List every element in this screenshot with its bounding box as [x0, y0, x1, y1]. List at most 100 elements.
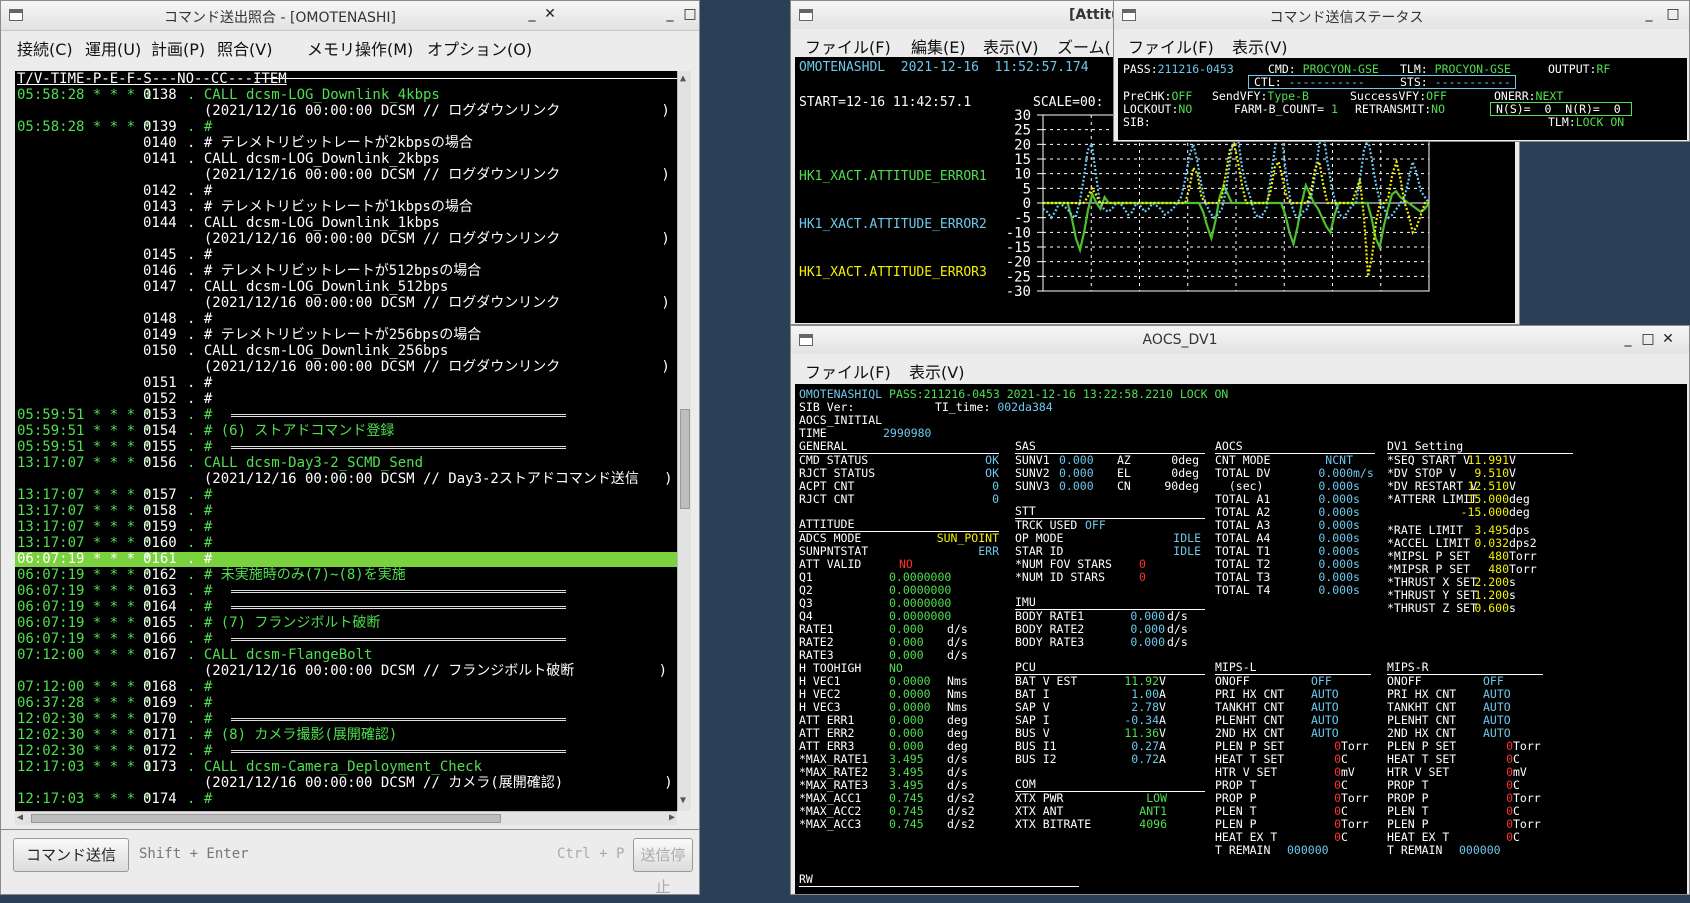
command-row[interactable]: (2021/12/16 00:00:00 DCSM // ログダウンリンク ): [17, 167, 670, 183]
row-item: . #: [187, 247, 213, 263]
command-row[interactable]: 07:12:00 * * * *0168 . #: [17, 679, 212, 695]
maximize-icon[interactable]: □: [1664, 6, 1682, 22]
menu-view[interactable]: 表示(V): [1232, 34, 1287, 58]
stop-send-button[interactable]: 送信停止: [633, 838, 693, 896]
field-value: 0.745: [889, 817, 924, 831]
vertical-scrollbar[interactable]: ▲ ▼: [677, 71, 691, 811]
menu-file[interactable]: ファイル(F): [805, 359, 891, 383]
command-row[interactable]: 12:02:30 * * * *0170 . #: [17, 711, 212, 727]
title-bar[interactable]: AOCS_DV1 _ □ ✕: [791, 326, 1689, 356]
horizontal-scrollbar[interactable]: ◀ ▶: [15, 811, 677, 825]
command-row[interactable]: 12:02:30 * * * *0172 . #: [17, 743, 212, 759]
maximize-icon[interactable]: □: [681, 6, 699, 22]
command-row[interactable]: 13:17:07 * * * *0159 . #: [17, 519, 212, 535]
command-row[interactable]: (2021/12/16 00:00:00 DCSM // フランジボルト破断 ): [17, 663, 667, 679]
row-number: 0156: [143, 455, 177, 471]
command-row[interactable]: 0152 . #: [17, 391, 212, 407]
scroll-left-icon[interactable]: ◀: [17, 812, 23, 823]
command-list[interactable]: T/V-TIME-P-E-F-S---NO--CC---ITEM 05:58:2…: [15, 71, 677, 811]
menu-view[interactable]: 表示(V): [909, 359, 964, 383]
command-row[interactable]: 0150 . CALL dcsm-LOG_Downlink_256bps: [17, 343, 448, 359]
row-number: 0149: [143, 327, 177, 343]
command-row[interactable]: (2021/12/16 00:00:00 DCSM // ログダウンリンク ): [17, 359, 670, 375]
command-row[interactable]: 0141 . CALL dcsm-LOG_Downlink_2kbps: [17, 151, 440, 167]
maximize-icon[interactable]: □: [1639, 331, 1657, 347]
row-timestamp: 07:12:00 * * * *: [17, 679, 152, 695]
title-bar[interactable]: コマンド送信ステータス _ □: [1114, 1, 1689, 31]
menu-operation[interactable]: 運用(U): [85, 36, 141, 60]
command-row[interactable]: (2021/12/16 00:00:00 DCSM // ログダウンリンク ): [17, 231, 670, 247]
row-number: 0166: [143, 631, 177, 647]
minimize-icon[interactable]: _: [523, 6, 541, 22]
field-value: 0.000: [1059, 479, 1094, 493]
hscroll-thumb[interactable]: [31, 814, 501, 823]
menu-connect[interactable]: 接続(C): [17, 36, 73, 60]
command-row[interactable]: 0144 . CALL dcsm-LOG_Downlink_1kbps: [17, 215, 440, 231]
command-row[interactable]: 0143 . # テレメトリビットレートが1kbpsの場合: [17, 199, 473, 215]
command-row[interactable]: 05:59:51 * * * *0154 . # (6) ストアドコマンド登録: [17, 423, 394, 439]
command-row[interactable]: 0151 . #: [17, 375, 212, 391]
command-row[interactable]: 0147 . CALL dcsm-LOG_Downlink_512bps: [17, 279, 448, 295]
menu-option[interactable]: オプション(O): [427, 36, 532, 60]
scroll-up-icon[interactable]: ▲: [680, 73, 686, 84]
command-row[interactable]: 06:07:19 * * * *0163 . #: [17, 583, 212, 599]
command-row[interactable]: 06:07:19 * * * *0162 . # 未実施時のみ(7)~(8)を実施: [17, 567, 406, 583]
command-row[interactable]: 05:59:51 * * * *0155 . #: [17, 439, 212, 455]
command-row[interactable]: 05:58:28 * * * *0139 . #: [17, 119, 212, 135]
title-bar[interactable]: コマンド送出照合 - [OMOTENASHI] _ ✕ _ □: [1, 1, 699, 31]
scroll-thumb[interactable]: [680, 409, 690, 509]
command-row[interactable]: 0148 . #: [17, 311, 212, 327]
y-tick-label: -20: [1006, 255, 1031, 271]
section-title: AOCS: [1215, 439, 1243, 453]
row-timestamp: 13:17:07 * * * *: [17, 455, 152, 471]
command-row[interactable]: (2021/12/16 00:00:00 DCSM // ログダウンリンク ): [17, 103, 670, 119]
command-row[interactable]: 06:07:19 * * * *0166 . #: [17, 631, 212, 647]
command-row[interactable]: 05:58:28 * * * 10138 . CALL dcsm-LOG_Down…: [17, 87, 440, 103]
section-title: COM: [1015, 777, 1036, 791]
minimize-icon[interactable]: _: [1619, 331, 1637, 347]
scroll-right-icon[interactable]: ▶: [669, 812, 675, 823]
command-row[interactable]: (2021/12/16 00:00:00 DCSM // カメラ(展開確認) ): [17, 775, 673, 791]
minimize-icon[interactable]: _: [1640, 6, 1658, 22]
command-row[interactable]: 06:07:19 * * * *0165 . # (7) フランジボルト破断: [17, 615, 380, 631]
menu-verify[interactable]: 照合(V): [217, 36, 272, 60]
ti-time-label: TI_time:: [935, 400, 991, 414]
row-timestamp: 06:07:19 * * * *: [17, 583, 152, 599]
retransmit-label: RETRANSMIT:: [1355, 102, 1432, 116]
y-tick-label: -30: [1006, 284, 1031, 300]
menu-file[interactable]: ファイル(F): [1128, 34, 1214, 58]
menu-edit[interactable]: 編集(E): [911, 34, 966, 58]
command-row[interactable]: 13:17:07 * * * *0158 . #: [17, 503, 212, 519]
menu-memory[interactable]: メモリ操作(M): [307, 36, 413, 60]
command-row[interactable]: 0140 . # テレメトリビットレートが2kbpsの場合: [17, 135, 473, 151]
command-row[interactable]: 12:17:03 * * * 10173 . CALL dcsm-Camera_D…: [17, 759, 482, 775]
command-row[interactable]: 0149 . # テレメトリビットレートが256bpsの場合: [17, 327, 481, 343]
close-icon[interactable]: ✕: [541, 6, 559, 22]
scroll-down-icon[interactable]: ▼: [680, 795, 686, 806]
command-row[interactable]: 12:02:30 * * * *0171 . # (8) カメラ撮影(展開確認): [17, 727, 397, 743]
close-icon[interactable]: ✕: [1659, 331, 1677, 347]
command-row[interactable]: 13:17:07 * * * *0156 . CALL dcsm-Day3-2_S…: [17, 455, 423, 471]
menu-file[interactable]: ファイル(F): [805, 34, 891, 58]
command-row[interactable]: (2021/12/16 00:00:00 DCSM // Day3-2ストアドコ…: [17, 471, 673, 487]
menu-plan[interactable]: 計画(P): [151, 36, 205, 60]
minimize-icon[interactable]: _: [661, 6, 679, 22]
command-row[interactable]: 0142 . #: [17, 183, 212, 199]
command-row[interactable]: (2021/12/16 00:00:00 DCSM // ログダウンリンク ): [17, 295, 670, 311]
menu-view[interactable]: 表示(V): [983, 34, 1038, 58]
aocs-source: OMOTENASHIQL: [799, 387, 883, 401]
command-row[interactable]: 0145 . #: [17, 247, 212, 263]
command-row[interactable]: 06:37:28 * * * *0169 . #: [17, 695, 212, 711]
command-row[interactable]: 06:07:19 * * * *0164 . #: [17, 599, 212, 615]
command-row[interactable]: 05:59:51 * * * *0153 . #: [17, 407, 212, 423]
command-row[interactable]: 13:17:07 * * * *0157 . #: [17, 487, 212, 503]
command-row[interactable]: 07:12:00 * * * *0167 . CALL dcsm-FlangeBo…: [17, 647, 372, 663]
command-row[interactable]: 13:17:07 * * * *0160 . #: [17, 535, 212, 551]
send-command-button[interactable]: コマンド送信: [13, 838, 129, 872]
tlm-label: TLM:: [1400, 62, 1428, 76]
command-row[interactable]: 0146 . # テレメトリビットレートが512bpsの場合: [17, 263, 481, 279]
command-row[interactable]: 12:17:03 * * * *0174 . #: [17, 791, 212, 807]
field-unit: d/s2: [947, 817, 975, 831]
menu-zoom[interactable]: ズーム(: [1057, 34, 1111, 58]
command-row[interactable]: 06:07:19 * * * *0161 . #: [17, 551, 212, 567]
